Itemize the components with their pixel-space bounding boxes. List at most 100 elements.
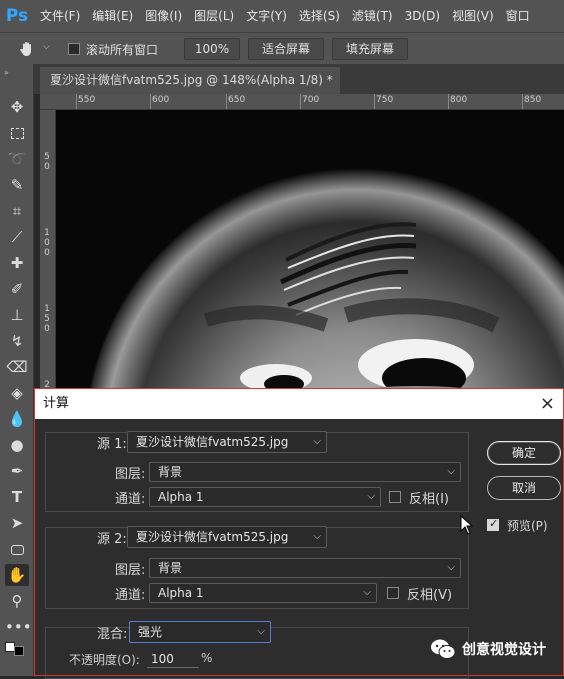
source1-channel-value: Alpha 1 xyxy=(158,490,204,504)
source1-layer-value: 背景 xyxy=(158,465,183,479)
chevron-down-icon: ⌵ xyxy=(363,587,371,598)
watermark: 创意视觉设计 xyxy=(430,636,546,662)
menu-filter[interactable]: 滤镜(T) xyxy=(346,0,399,32)
hand-icon[interactable] xyxy=(18,40,36,58)
ruler-label: 150 xyxy=(44,304,50,334)
source2-layer-select[interactable]: 背景 ⌵ xyxy=(149,558,461,578)
cancel-button[interactable]: 取消 xyxy=(487,476,561,500)
scroll-all-checkbox[interactable] xyxy=(68,43,80,55)
source2-channel-select[interactable]: Alpha 1 ⌵ xyxy=(149,583,377,603)
menu-layer[interactable]: 图层(L) xyxy=(188,0,240,32)
crop-icon[interactable]: ⌗ xyxy=(5,200,29,222)
type-icon[interactable]: T xyxy=(5,486,29,508)
more-tools-icon[interactable]: ••• xyxy=(5,616,32,638)
dodge-icon[interactable]: ● xyxy=(5,434,29,456)
blending-label: 混合: xyxy=(97,627,128,642)
close-icon[interactable]: × xyxy=(540,389,555,419)
source1-file-select[interactable]: 夏沙设计微信fvatm525.jpg ⌵ xyxy=(127,431,327,453)
quick-select-icon[interactable]: ✎ xyxy=(5,174,29,196)
preview-label: 预览(P) xyxy=(507,519,548,533)
ruler-label: 650 xyxy=(228,95,246,105)
fill-screen-button[interactable]: 填充屏幕 xyxy=(332,38,408,60)
blur-icon[interactable]: 💧 xyxy=(5,408,29,430)
gradient-icon[interactable]: ◈ xyxy=(5,382,29,404)
stamp-icon[interactable]: ⊥ xyxy=(5,304,29,326)
options-bar: ⌵ 滚动所有窗口 100% 适合屏幕 填充屏幕 xyxy=(0,32,564,64)
tools-panel: » ✥ ➰ ✎ ⌗ ⟋ ✚ ✐ ⊥ ↯ ⌫ ◈ 💧 ● ✒ T ➤ ✋ ⚲ ••… xyxy=(0,64,34,676)
lasso-icon[interactable]: ➰ xyxy=(5,148,29,170)
source1-invert-label: 反相(I) xyxy=(409,492,449,507)
source1-invert-checkbox[interactable] xyxy=(389,491,401,503)
mouse-cursor-icon xyxy=(460,515,474,535)
chevron-down-icon: ⌵ xyxy=(447,562,455,573)
ruler-label: 50 xyxy=(44,152,50,172)
dialog-title: 计算 xyxy=(43,396,70,411)
calculations-dialog: 计算 × 源 1: 夏沙设计微信fvatm525.jpg ⌵ 图层: 背景 ⌵ 通道… xyxy=(34,388,564,679)
source1-file-value: 夏沙设计微信fvatm525.jpg xyxy=(136,435,289,449)
history-brush-icon[interactable]: ↯ xyxy=(5,330,29,352)
source2-invert-checkbox[interactable] xyxy=(387,587,399,599)
marquee-icon[interactable] xyxy=(5,122,29,144)
chevron-down-icon: ⌵ xyxy=(313,436,321,447)
chevron-down-icon: ⌵ xyxy=(257,626,265,637)
zoom-icon[interactable]: ⚲ xyxy=(5,590,29,612)
opacity-input[interactable]: 100 xyxy=(147,650,199,668)
hand-tool-icon[interactable]: ✋ xyxy=(5,564,29,586)
blending-mode-select[interactable]: 强光 ⌵ xyxy=(129,621,271,643)
document-tab[interactable]: 夏沙设计微信fvatm525.jpg @ 148%(Alpha 1/8) * × xyxy=(40,67,340,114)
source2-file-value: 夏沙设计微信fvatm525.jpg xyxy=(136,530,289,544)
menu-image[interactable]: 图像(I) xyxy=(139,0,188,32)
menu-3d[interactable]: 3D(D) xyxy=(399,0,446,32)
ruler-top: 550 600 650 700 750 800 850 xyxy=(40,94,564,110)
ok-button[interactable]: 确定 xyxy=(487,441,561,465)
eyedropper-icon[interactable]: ⟋ xyxy=(5,226,29,248)
menu-type[interactable]: 文字(Y) xyxy=(240,0,293,32)
watermark-text: 创意视觉设计 xyxy=(462,642,546,658)
ruler-label: 600 xyxy=(152,95,170,105)
source1-channel-label: 通道: xyxy=(115,492,146,507)
menu-window[interactable]: 窗口 xyxy=(500,0,536,32)
menu-select[interactable]: 选择(S) xyxy=(293,0,346,32)
pen-icon[interactable]: ✒ xyxy=(5,460,29,482)
source2-layer-value: 背景 xyxy=(158,561,183,575)
menu-edit[interactable]: 编辑(E) xyxy=(86,0,139,32)
wechat-icon xyxy=(431,639,456,659)
preview-checkbox[interactable] xyxy=(487,517,499,531)
shape-icon[interactable] xyxy=(5,538,29,560)
eraser-icon[interactable]: ⌫ xyxy=(5,356,29,378)
source1-layer-select[interactable]: 背景 ⌵ xyxy=(149,462,461,482)
ruler-label: 850 xyxy=(524,95,542,105)
document-tab-title: 夏沙设计微信fvatm525.jpg @ 148%(Alpha 1/8) * xyxy=(50,73,333,87)
ruler-label: 750 xyxy=(376,95,394,105)
scroll-all-label: 滚动所有窗口 xyxy=(86,43,159,57)
move-icon[interactable]: ✥ xyxy=(5,96,29,118)
source1-label: 源 1: xyxy=(97,437,127,452)
ruler-label: 100 xyxy=(44,228,50,258)
ruler-label: 700 xyxy=(302,95,320,105)
background-color-icon[interactable] xyxy=(14,646,24,656)
brush-icon[interactable]: ✐ xyxy=(5,278,29,300)
source2-channel-label: 通道: xyxy=(115,588,146,603)
menu-bar: Ps 文件(F) 编辑(E) 图像(I) 图层(L) 文字(Y) 选择(S) 滤… xyxy=(0,0,564,32)
path-select-icon[interactable]: ➤ xyxy=(5,512,29,534)
menu-file[interactable]: 文件(F) xyxy=(34,0,86,32)
source2-channel-value: Alpha 1 xyxy=(158,586,204,600)
source2-file-select[interactable]: 夏沙设计微信fvatm525.jpg ⌵ xyxy=(127,526,327,548)
source1-channel-select[interactable]: Alpha 1 ⌵ xyxy=(149,487,381,507)
ruler-label: 550 xyxy=(78,95,96,105)
ruler-label: 800 xyxy=(450,95,468,105)
blending-mode-value: 强光 xyxy=(138,625,163,639)
opacity-unit: % xyxy=(201,651,213,665)
healing-icon[interactable]: ✚ xyxy=(5,252,29,274)
menu-view[interactable]: 视图(V) xyxy=(446,0,500,32)
source2-invert-label: 反相(V) xyxy=(407,588,453,603)
source2-layer-label: 图层: xyxy=(115,563,146,578)
source1-layer-label: 图层: xyxy=(115,467,146,482)
tool-preset-chevron-icon[interactable]: ⌵ xyxy=(43,42,50,52)
chevron-down-icon: ⌵ xyxy=(367,491,375,502)
document-tab-bar: 夏沙设计微信fvatm525.jpg @ 148%(Alpha 1/8) * × xyxy=(34,64,564,114)
panel-collapse-icon[interactable]: » xyxy=(4,68,9,77)
fit-screen-button[interactable]: 适合屏幕 xyxy=(248,38,324,60)
zoom-100-button[interactable]: 100% xyxy=(184,38,240,60)
chevron-down-icon: ⌵ xyxy=(313,531,321,542)
